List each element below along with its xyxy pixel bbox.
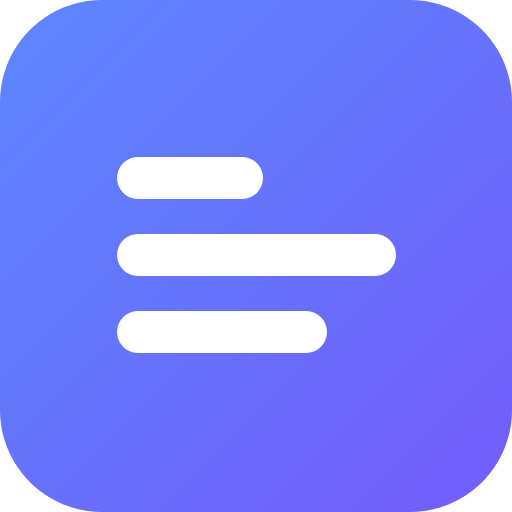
bottom-line-icon <box>117 311 327 353</box>
middle-line-icon <box>117 234 396 276</box>
top-line-icon <box>117 157 263 199</box>
app-icon <box>0 0 512 512</box>
icon-canvas <box>0 0 512 512</box>
